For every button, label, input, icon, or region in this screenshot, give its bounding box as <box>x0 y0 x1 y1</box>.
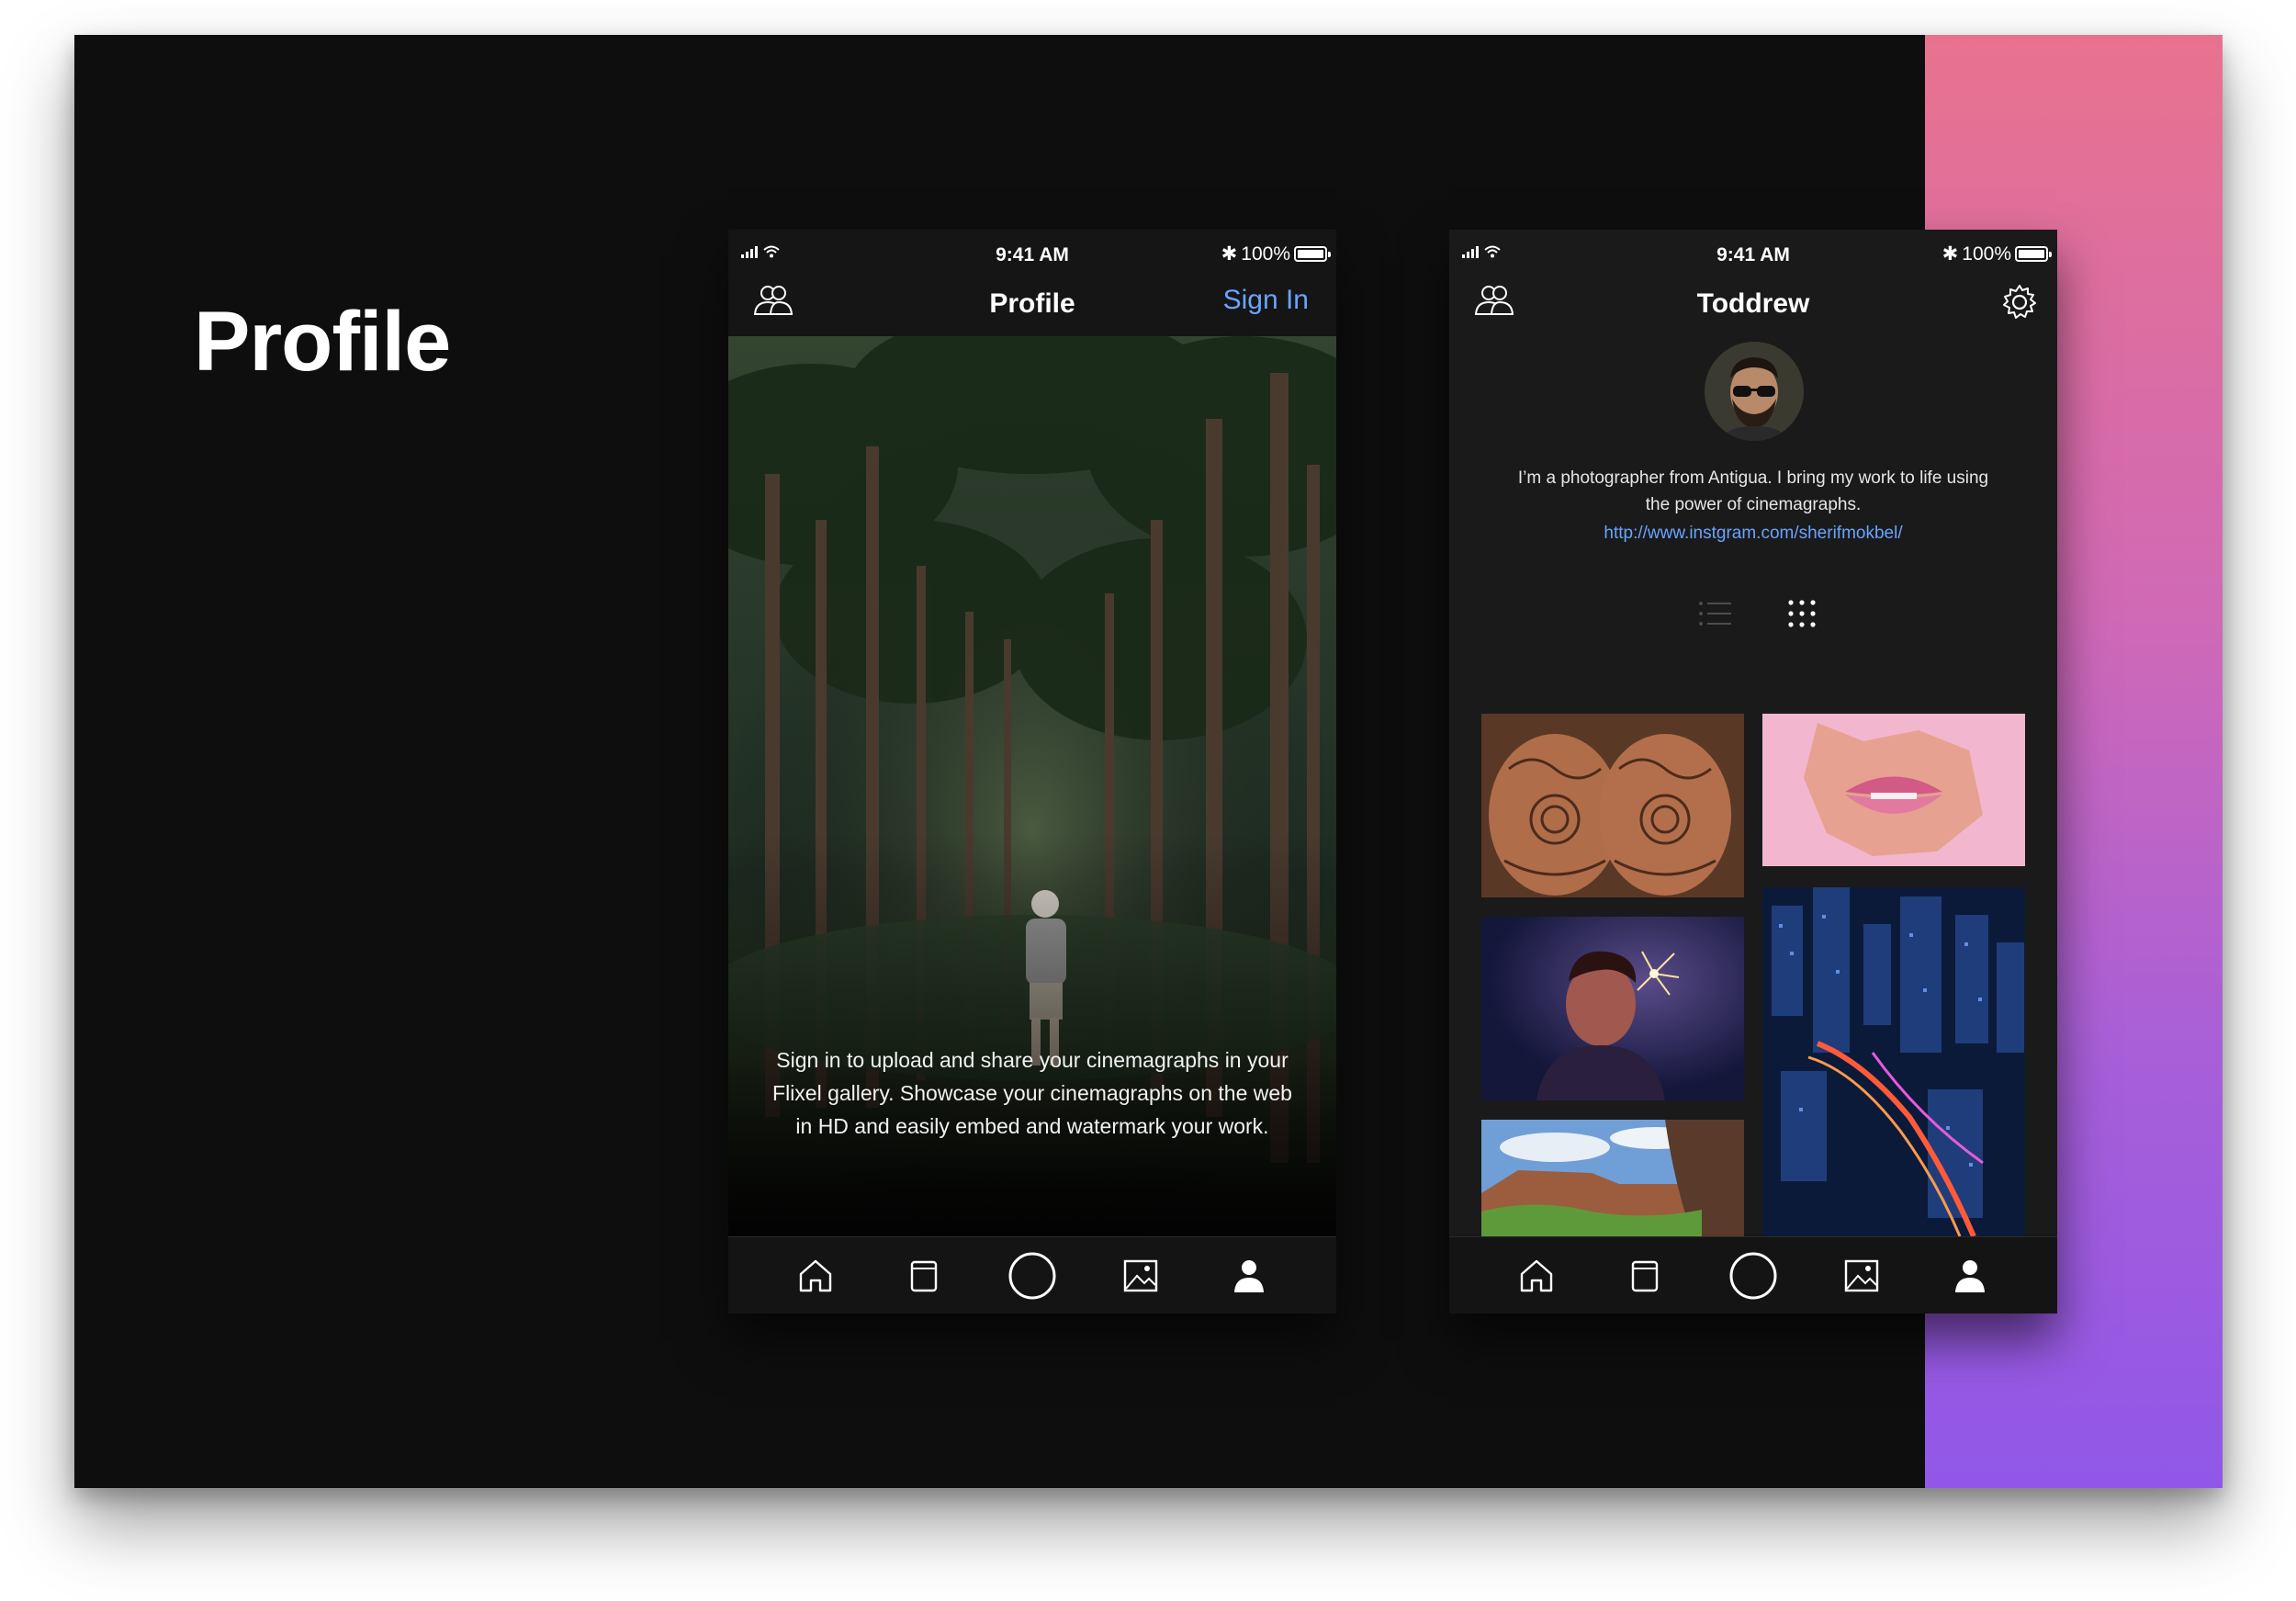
city-night-aerial-photo[interactable] <box>1762 887 2025 1236</box>
tab-bar <box>728 1236 1336 1313</box>
home-icon <box>1520 1259 1553 1291</box>
sign-in-message: Sign in to upload and share your cinemag… <box>772 1048 1292 1138</box>
tab-library[interactable] <box>892 1244 956 1308</box>
capture-circle-icon <box>1729 1252 1777 1299</box>
tab-capture[interactable] <box>1000 1244 1064 1308</box>
capture-circle-icon <box>1008 1252 1056 1299</box>
bluetooth-icon: ✱ <box>1941 243 1959 265</box>
view-mode-toggle <box>1695 595 1820 632</box>
status-bar: 9:41 AM ✱ 100% <box>728 230 1336 274</box>
navigation-bar: Toddrew <box>1449 274 2057 336</box>
presentation-stage: Profile 9:41 AM ✱ 100% Profile Sign In S… <box>0 0 2296 1601</box>
grid-view-icon[interactable] <box>1784 595 1820 632</box>
pink-lips-photo[interactable] <box>1762 714 2025 866</box>
presentation-slide: Profile 9:41 AM ✱ 100% Profile Sign In S… <box>74 35 2223 1488</box>
tab-bar <box>1449 1236 2057 1313</box>
tab-capture[interactable] <box>1721 1244 1785 1308</box>
battery-icon <box>2015 246 2052 262</box>
book-icon <box>910 1260 938 1291</box>
battery-icon <box>1294 246 1331 262</box>
phone-screen-signed-out: 9:41 AM ✱ 100% Profile Sign In Sign in t… <box>728 230 1336 1313</box>
tab-home[interactable] <box>1504 1244 1569 1308</box>
profile-link[interactable]: http://www.instgram.com/sherifmokbel/ <box>1449 524 2057 544</box>
battery-percent: 100% <box>1962 242 2011 265</box>
profile-icon <box>1234 1259 1264 1292</box>
sparkler-portrait-photo[interactable] <box>1481 917 1744 1100</box>
status-right: ✱ 100% <box>1221 242 1331 265</box>
tab-profile[interactable] <box>1938 1244 2002 1308</box>
avatar-portrait <box>1705 342 1804 441</box>
gear-icon[interactable] <box>1998 281 2041 323</box>
tab-home[interactable] <box>783 1244 848 1308</box>
profile-bio: I’m a photographer from Antigua. I bring… <box>1517 468 1989 514</box>
phone-screen-profile: 9:41 AM ✱ 100% Toddrew I’m a photographe… <box>1449 230 2057 1313</box>
gallery-icon <box>1844 1259 1879 1291</box>
home-icon <box>799 1259 832 1291</box>
avatar[interactable] <box>1705 342 1804 441</box>
profile-icon <box>1955 1259 1985 1292</box>
tab-library[interactable] <box>1613 1244 1677 1308</box>
profile-username: Toddrew <box>1696 288 1810 319</box>
canyon-landscape-photo[interactable] <box>1481 1120 1744 1236</box>
book-icon <box>1631 1260 1659 1291</box>
slide-title: Profile <box>194 295 451 389</box>
bluetooth-icon: ✱ <box>1221 243 1238 265</box>
tab-profile[interactable] <box>1217 1244 1281 1308</box>
list-view-icon[interactable] <box>1695 595 1736 632</box>
status-bar: 9:41 AM ✱ 100% <box>1449 230 2057 274</box>
battery-percent: 100% <box>1241 242 1290 265</box>
navigation-bar: Profile Sign In <box>728 274 1336 336</box>
status-right: ✱ 100% <box>1941 242 2052 265</box>
sign-in-button[interactable]: Sign In <box>1223 285 1309 316</box>
tab-gallery[interactable] <box>1109 1244 1173 1308</box>
henna-hands-photo[interactable] <box>1481 714 1744 897</box>
tab-gallery[interactable] <box>1829 1244 1894 1308</box>
gallery-icon <box>1123 1259 1158 1291</box>
